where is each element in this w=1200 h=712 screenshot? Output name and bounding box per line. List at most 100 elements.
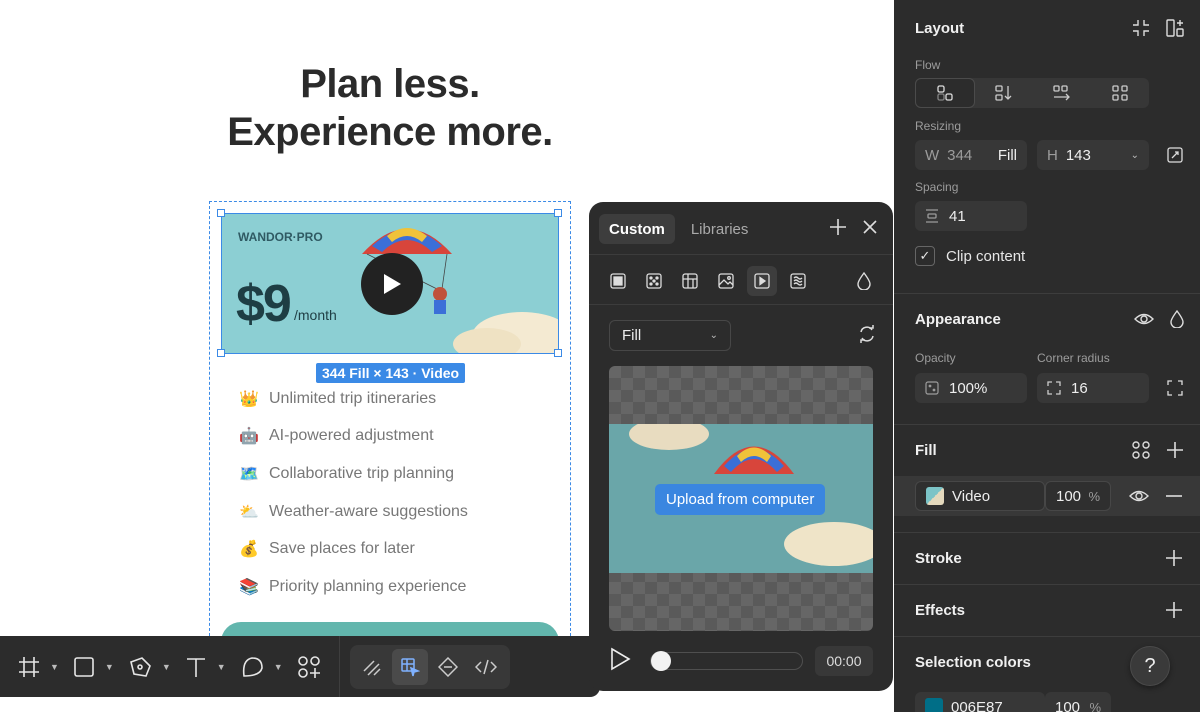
play-video-button[interactable]: [361, 253, 423, 315]
resize-handle-tr[interactable]: [554, 209, 562, 217]
text-tool[interactable]: ▼: [185, 647, 226, 687]
style-grid-icon[interactable]: [1132, 441, 1150, 459]
headline-line1: Plan less.: [300, 62, 480, 106]
fill-mode-select[interactable]: Fill ⌄: [609, 320, 731, 351]
video-play-button[interactable]: [609, 647, 636, 676]
feature-item: 🗺️ Collaborative trip planning: [237, 455, 468, 493]
opacity-field[interactable]: 100%: [915, 373, 1027, 403]
selection-opacity-field[interactable]: 100 %: [1045, 692, 1111, 712]
select-tool-button[interactable]: [391, 648, 428, 685]
frame-tool[interactable]: ▼: [18, 647, 59, 687]
layout-title: Layout: [915, 20, 965, 37]
vertical-stack-icon: [995, 85, 1012, 101]
chevron-down-icon[interactable]: ⌄: [1131, 150, 1139, 161]
plus-icon[interactable]: [829, 218, 847, 236]
grid-icon: [1112, 85, 1128, 101]
frame-icon: [19, 656, 39, 677]
spacing-field[interactable]: 41: [915, 201, 1027, 231]
rotate-icon: [860, 325, 874, 343]
video-banner[interactable]: WANDOR·PRO $9 /month: [221, 213, 559, 354]
drop-icon[interactable]: [1170, 310, 1184, 328]
pen-tool[interactable]: ▼: [128, 647, 171, 687]
chevron-down-icon[interactable]: ▼: [50, 662, 59, 672]
gradient-fill-button[interactable]: [639, 266, 669, 296]
flow-grid-option[interactable]: [1091, 78, 1149, 108]
resize-handle-bl[interactable]: [217, 349, 225, 357]
text-icon: [186, 657, 205, 677]
width-mode[interactable]: Fill: [998, 147, 1017, 164]
noise-fill-button[interactable]: [783, 266, 813, 296]
video-scrubber[interactable]: [650, 651, 803, 671]
chevron-down-icon[interactable]: ▼: [105, 662, 114, 672]
feature-item: 📚 Priority planning experience: [237, 568, 468, 606]
plus-icon[interactable]: [1165, 549, 1183, 567]
resizing-label: Resizing: [915, 119, 962, 133]
fill-layer-row[interactable]: Video 100 %: [894, 476, 1200, 516]
stroke-title: Stroke: [915, 550, 962, 567]
selection-color-field[interactable]: 006E87: [915, 692, 1045, 712]
close-icon[interactable]: [861, 218, 879, 236]
chevron-down-icon[interactable]: ▼: [274, 662, 283, 672]
resize-handle-tl[interactable]: [217, 209, 225, 217]
code-button[interactable]: [468, 649, 504, 685]
video-icon: [754, 273, 770, 289]
rectangle-tool[interactable]: ▼: [73, 647, 114, 687]
independent-corners-icon[interactable]: [1167, 380, 1183, 396]
solid-fill-button[interactable]: [603, 266, 633, 296]
fill-popover: Custom Libraries Fill ⌄ Upload from comp…: [589, 202, 893, 691]
opacity-icon: [925, 381, 939, 395]
width-field[interactable]: W 344 Fill: [915, 140, 1027, 170]
pattern-fill-button[interactable]: [675, 266, 705, 296]
opacity-drop-button[interactable]: [849, 266, 879, 296]
resize-handle-br[interactable]: [554, 349, 562, 357]
minus-icon[interactable]: [1165, 487, 1183, 505]
components-tool[interactable]: [297, 647, 321, 687]
layout-grid-add-icon[interactable]: [1166, 19, 1184, 37]
select-tool-icon: [400, 657, 420, 676]
constraints-icon[interactable]: [1167, 147, 1183, 163]
height-field[interactable]: H 143 ⌄: [1037, 140, 1149, 170]
checkmark-icon[interactable]: ✓: [915, 246, 935, 266]
draw-button[interactable]: [354, 649, 390, 685]
section-divider: [894, 293, 1200, 294]
upload-from-computer-button[interactable]: Upload from computer: [655, 484, 826, 515]
eye-icon[interactable]: [1134, 310, 1154, 328]
flow-horizontal-option[interactable]: [1033, 78, 1091, 108]
video-controls: 00:00: [609, 646, 873, 676]
effects-title: Effects: [915, 602, 966, 619]
layout-actions: [1132, 19, 1184, 37]
collapse-icon[interactable]: [1132, 19, 1150, 37]
eye-icon[interactable]: [1129, 487, 1149, 505]
flow-vertical-option[interactable]: [975, 78, 1033, 108]
robot-icon: 🤖: [239, 428, 259, 446]
scrubber-knob[interactable]: [651, 651, 672, 671]
clip-content-label: Clip content: [946, 247, 1026, 265]
image-fill-button[interactable]: [711, 266, 741, 296]
dev-mode-button[interactable]: [430, 649, 466, 685]
fill-title: Fill: [915, 442, 937, 459]
clip-content-checkbox[interactable]: ✓ Clip content: [915, 246, 1025, 266]
help-button[interactable]: ?: [1130, 646, 1170, 686]
rotate-button[interactable]: [859, 324, 875, 349]
feature-label: Save places for later: [269, 540, 415, 558]
video-fill-button[interactable]: [747, 266, 777, 296]
video-preview[interactable]: Upload from computer: [609, 366, 873, 631]
corner-radius-field[interactable]: 16: [1037, 373, 1149, 403]
chevron-down-icon[interactable]: ▼: [217, 662, 226, 672]
shape-tool[interactable]: ▼: [240, 647, 283, 687]
plus-icon[interactable]: [1165, 601, 1183, 619]
flow-freeform-option[interactable]: [915, 78, 975, 108]
height-value: 143: [1065, 146, 1091, 164]
flow-label: Flow: [915, 58, 941, 72]
corner-radius-label: Corner radius: [1037, 351, 1110, 365]
color-swatch[interactable]: [925, 698, 943, 712]
fill-type-field[interactable]: Video: [915, 481, 1045, 511]
tab-libraries[interactable]: Libraries: [681, 214, 759, 244]
tab-custom[interactable]: Custom: [599, 214, 675, 244]
corner-radius-icon: [1047, 381, 1061, 395]
chevron-down-icon[interactable]: ▼: [162, 662, 171, 672]
plus-icon[interactable]: [1166, 441, 1184, 459]
map-icon: 🗺️: [239, 465, 259, 483]
fill-opacity-field[interactable]: 100 %: [1045, 481, 1111, 511]
money-icon: 💰: [239, 541, 259, 559]
